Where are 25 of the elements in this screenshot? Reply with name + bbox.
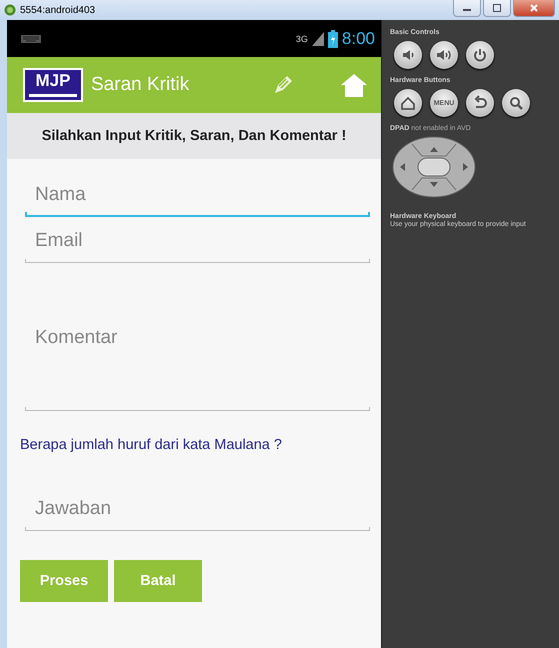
round-button[interactable] <box>466 41 494 69</box>
battery-icon <box>328 30 338 48</box>
round-button[interactable] <box>394 41 422 69</box>
round-button[interactable] <box>502 89 530 117</box>
network-type: 3G <box>296 34 308 44</box>
maximize-icon <box>493 4 501 12</box>
round-button[interactable] <box>466 89 494 117</box>
round-button[interactable] <box>394 89 422 117</box>
clock-time: 8:00 <box>342 28 375 48</box>
signal-icon <box>312 32 324 46</box>
form-button[interactable]: Proses <box>20 560 108 602</box>
screen-title: Saran Kritik <box>91 74 190 96</box>
minimize-button[interactable] <box>453 0 481 17</box>
home-icon <box>341 73 367 97</box>
captcha-question: Berapa jumlah huruf dari kata Maulana ? <box>20 437 283 453</box>
form-heading: Silahkan Input Kritik, Saran, Dan Komentar ! <box>7 113 381 159</box>
app-icon <box>4 4 16 16</box>
form-button[interactable]: Batal <box>114 560 202 602</box>
window-title: 5554:android403 <box>20 4 96 16</box>
round-button[interactable] <box>430 41 458 69</box>
close-icon <box>530 4 538 12</box>
maximize-button[interactable] <box>483 0 511 17</box>
keyboard-icon <box>21 34 41 42</box>
app-logo: MJP <box>23 68 83 102</box>
close-button[interactable] <box>513 0 555 17</box>
